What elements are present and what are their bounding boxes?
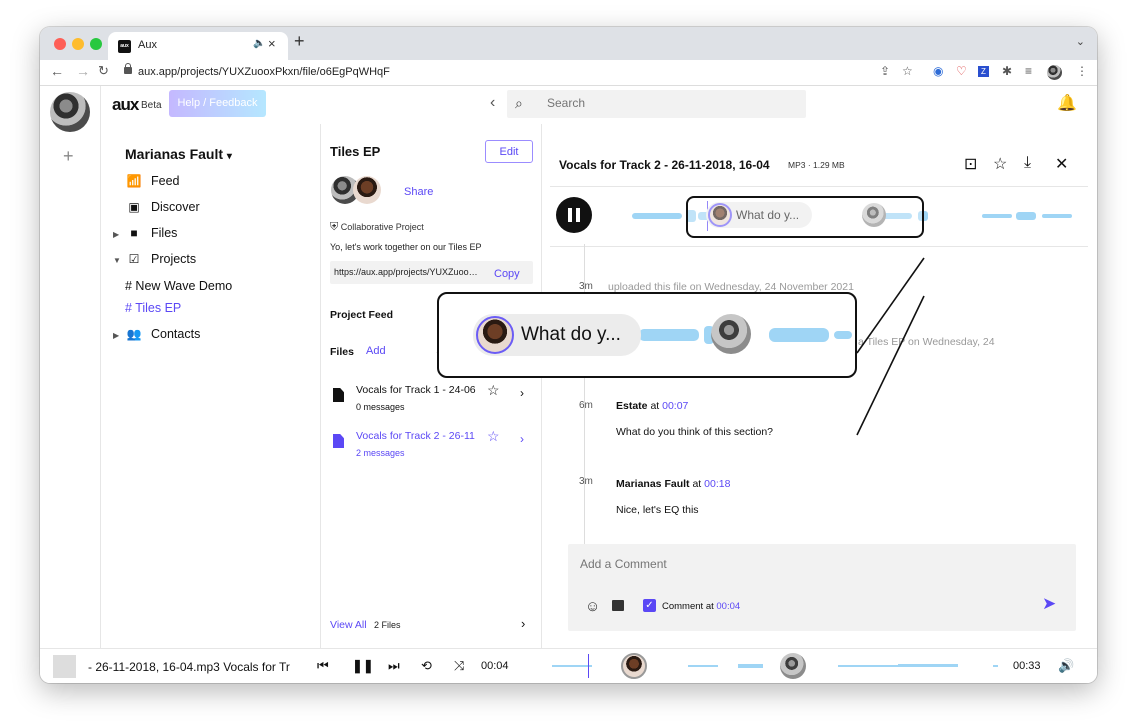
magnified-comment-bubble: What do y... bbox=[473, 314, 641, 356]
previous-track-icon[interactable]: ⏮ bbox=[317, 658, 329, 674]
tab-search-icon[interactable]: ⌄ bbox=[1076, 35, 1085, 48]
forward-icon[interactable]: → bbox=[76, 63, 90, 79]
magnified-marker-avatar bbox=[711, 314, 751, 354]
back-icon[interactable]: ← bbox=[50, 63, 64, 79]
browser-menu-icon[interactable]: ⋮ bbox=[1076, 64, 1088, 78]
next-track-icon[interactable]: ⏭ bbox=[388, 658, 400, 674]
player-comment-avatar[interactable] bbox=[780, 653, 806, 679]
player-total-time: 00:33 bbox=[1013, 660, 1041, 672]
zoom-magnified-view: What do y... bbox=[437, 292, 857, 378]
minimize-window-button[interactable] bbox=[72, 38, 84, 50]
browser-tab[interactable]: aux Aux 🔈 × bbox=[108, 32, 288, 60]
tab-title: Aux bbox=[138, 39, 157, 51]
password-extension-icon[interactable]: ◉ bbox=[933, 64, 943, 78]
close-window-button[interactable] bbox=[54, 38, 66, 50]
url-field[interactable]: aux.app/projects/YUXZuooxPkxn/file/o6EgP… bbox=[120, 63, 810, 83]
player-waveform[interactable] bbox=[548, 651, 1008, 681]
volume-icon[interactable]: 🔊 bbox=[1058, 658, 1074, 674]
close-tab-icon[interactable]: × bbox=[268, 36, 276, 51]
url-text: aux.app/projects/YUXZuooxPkxn/file/o6EgP… bbox=[138, 66, 390, 78]
audio-playing-icon[interactable]: 🔈 bbox=[253, 38, 265, 49]
aux-app: + aux Beta Help / Feedback ‹ › ⌕ 🔔 Maria… bbox=[40, 86, 1097, 648]
player-track-title[interactable]: - 26-11-2018, 16-04.mp3 Vocals for Tr bbox=[88, 660, 306, 674]
address-bar: ← → ↻ aux.app/projects/YUXZuooxPkxn/file… bbox=[40, 60, 1097, 86]
aux-favicon-icon: aux bbox=[118, 40, 131, 53]
lock-icon bbox=[124, 63, 132, 74]
shuffle-icon[interactable]: ⤨ bbox=[454, 658, 464, 674]
maximize-window-button[interactable] bbox=[90, 38, 102, 50]
z-extension-icon[interactable]: Z bbox=[978, 66, 989, 77]
reload-icon[interactable]: ↻ bbox=[98, 63, 109, 79]
player-comment-avatar[interactable] bbox=[621, 653, 647, 679]
reading-list-icon[interactable]: ≡ bbox=[1025, 64, 1032, 78]
bubble-text: What do y... bbox=[521, 324, 621, 345]
zoom-source-frame bbox=[686, 196, 924, 238]
profile-avatar[interactable] bbox=[1047, 65, 1062, 80]
extensions-puzzle-icon[interactable]: ✱ bbox=[1002, 64, 1012, 78]
new-tab-button[interactable]: + bbox=[294, 31, 305, 52]
tab-bar: aux Aux 🔈 × + ⌄ bbox=[40, 27, 1097, 60]
bookmark-star-icon[interactable]: ☆ bbox=[902, 64, 913, 78]
pause-icon[interactable]: ❚❚ bbox=[352, 658, 374, 674]
pocket-extension-icon[interactable]: ♡ bbox=[956, 64, 967, 78]
audio-player: - 26-11-2018, 16-04.mp3 Vocals for Tr ⏮ … bbox=[40, 648, 1097, 683]
repeat-icon[interactable]: ⟲ bbox=[421, 658, 432, 674]
share-icon[interactable]: ⇪ bbox=[880, 64, 890, 78]
player-current-time: 00:04 bbox=[481, 660, 509, 672]
track-thumbnail[interactable] bbox=[53, 655, 76, 678]
commenter-avatar bbox=[476, 316, 514, 354]
browser-window: aux Aux 🔈 × + ⌄ ← → ↻ aux.app/projects/Y… bbox=[40, 27, 1097, 683]
